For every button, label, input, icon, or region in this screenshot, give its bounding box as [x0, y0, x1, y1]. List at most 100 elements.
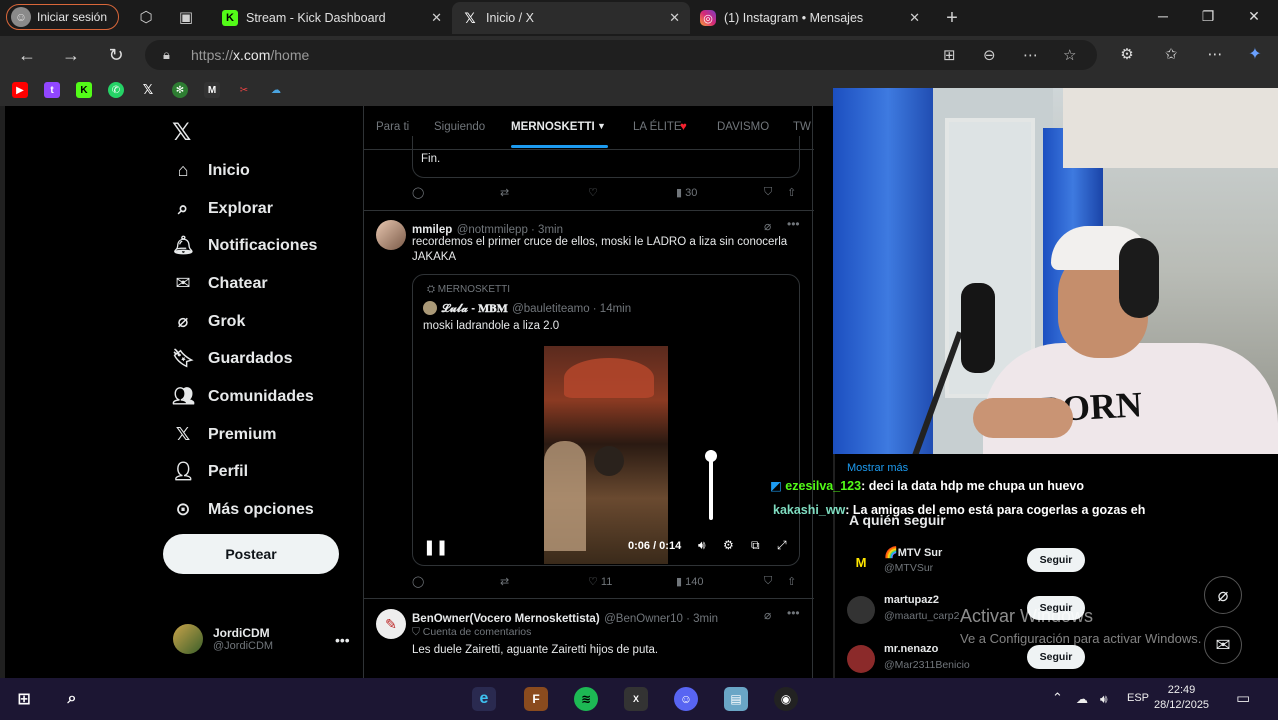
volume-icon[interactable]: 🔊︎: [698, 538, 706, 553]
notifications-icon[interactable]: ▭: [1236, 689, 1250, 707]
zoom-icon[interactable]: ⊖: [983, 46, 996, 64]
tab-instagram[interactable]: ◎ (1) Instagram • Mensajes ✕: [690, 2, 930, 34]
discord-icon[interactable]: ☺: [674, 687, 698, 711]
suggestion-handle[interactable]: @maartu_carp2: [884, 610, 959, 622]
favorite-star-icon[interactable]: ☆: [1063, 46, 1076, 64]
notepad-icon[interactable]: ▤: [724, 687, 748, 711]
extensions-icon[interactable]: ⚙: [1116, 44, 1138, 66]
like-icon[interactable]: ♡: [588, 186, 598, 199]
gear-icon[interactable]: ⚙: [723, 538, 734, 552]
x-logo-icon[interactable]: 𝕏: [140, 82, 156, 98]
suggestion-name[interactable]: mr.nenazo: [884, 643, 938, 655]
fl-studio-icon[interactable]: F: [524, 687, 548, 711]
fullscreen-icon[interactable]: ⤢: [777, 538, 787, 553]
pip-icon[interactable]: ⧉: [751, 538, 760, 553]
close-tab-icon[interactable]: ✕: [669, 10, 680, 26]
bookmark-icon[interactable]: ⛉: [764, 186, 772, 199]
tab-for-you[interactable]: Para ti: [376, 121, 409, 133]
views-count[interactable]: ▮ 140: [676, 575, 703, 588]
pause-icon[interactable]: ❚❚: [423, 538, 448, 556]
suggestion-name[interactable]: martupaz2: [884, 594, 939, 606]
quoted-author-handle[interactable]: @bauletiteamo · 14min: [512, 303, 631, 315]
community-context[interactable]: ⛭ MERNOSKETTI: [427, 284, 510, 295]
nav-home[interactable]: ⌂ Inicio: [172, 160, 250, 181]
grok-icon[interactable]: ⌀: [764, 608, 771, 622]
xbox-icon[interactable]: ✻: [172, 82, 188, 98]
tab-la-elite[interactable]: LA ÉLITE: [633, 121, 682, 133]
close-tab-icon[interactable]: ✕: [431, 10, 442, 26]
tab-mernosketti[interactable]: MERNOSKETTI: [511, 121, 595, 133]
twitch-icon[interactable]: t: [44, 82, 60, 98]
nav-chat[interactable]: ✉ Chatear: [172, 273, 267, 294]
favorites-icon[interactable]: ✩: [1160, 44, 1182, 66]
show-more-link[interactable]: Mostrar más: [847, 462, 908, 474]
nav-profile[interactable]: 👤︎ Perfil: [172, 461, 248, 482]
bookmark-icon[interactable]: ⛉: [764, 575, 772, 588]
suggestion-handle[interactable]: @MTVSur: [884, 562, 933, 574]
messages-float-button[interactable]: ✉: [1204, 626, 1242, 664]
nav-communities[interactable]: 👥︎ Comunidades: [172, 386, 314, 407]
share-icon[interactable]: ⇧: [787, 575, 796, 588]
back-icon[interactable]: ←: [16, 44, 38, 66]
more-dots-icon[interactable]: •••: [787, 606, 800, 620]
quoted-post[interactable]: Fin.: [412, 136, 800, 178]
grok-icon[interactable]: ⌀: [764, 219, 771, 233]
x-logo[interactable]: 𝕏: [172, 118, 191, 147]
nav-premium[interactable]: 𝕏 Premium: [172, 424, 277, 445]
follow-button[interactable]: Seguir: [1027, 548, 1085, 572]
tab-davismo[interactable]: DAVISMO: [717, 121, 769, 133]
restore-icon[interactable]: ❐: [1198, 8, 1218, 25]
volume-icon[interactable]: 🔊︎: [1100, 692, 1108, 707]
share-icon[interactable]: ⇧: [787, 186, 796, 199]
repost-icon[interactable]: ⇄: [500, 575, 509, 588]
author-name[interactable]: BenOwner(Vocero Mernoskettista): [412, 613, 600, 625]
search-icon[interactable]: ⌕: [60, 687, 84, 711]
copilot-icon[interactable]: ✦: [1244, 44, 1266, 66]
close-tab-icon[interactable]: ✕: [909, 10, 920, 26]
new-tab-button[interactable]: +: [942, 8, 962, 28]
follow-suggestion[interactable]: mr.nenazo @Mar2311Benicio Seguir: [847, 641, 1097, 681]
sign-in-button[interactable]: ☺ Iniciar sesión: [6, 4, 119, 30]
tab-actions-icon[interactable]: ▣: [176, 8, 196, 28]
reply-icon[interactable]: ◯: [412, 186, 424, 199]
settings-more-icon[interactable]: ⋯: [1204, 44, 1226, 66]
suggestion-name[interactable]: 🌈MTV Sur: [884, 546, 942, 559]
obs-icon[interactable]: ◉: [774, 687, 798, 711]
chevron-up-icon[interactable]: ⌃: [1052, 690, 1063, 706]
video-player[interactable]: ❚❚ 0:06 / 0:14 🔊︎ ⚙ ⧉ ⤢: [413, 346, 799, 564]
edge-icon[interactable]: e: [472, 687, 496, 711]
like-count[interactable]: ♡ 11: [588, 575, 612, 588]
author-handle[interactable]: @BenOwner10 · 3min: [604, 613, 718, 625]
nav-more[interactable]: ⊙ Más opciones: [172, 499, 313, 520]
clock[interactable]: 22:49 28/12/2025: [1154, 683, 1209, 713]
post-benowner[interactable]: ✎ BenOwner(Vocero Mernoskettista) @BenOw…: [364, 599, 814, 678]
tab-kick[interactable]: K Stream - Kick Dashboard ✕: [212, 2, 452, 34]
volume-knob[interactable]: [705, 450, 717, 462]
nav-grok[interactable]: ⌀ Grok: [172, 311, 246, 332]
app-available-icon[interactable]: ⊞: [943, 46, 956, 64]
refresh-icon[interactable]: ↻: [105, 44, 127, 66]
xsplit-icon[interactable]: X: [624, 687, 648, 711]
follow-button[interactable]: Seguir: [1027, 645, 1085, 669]
more-dots-icon[interactable]: •••: [787, 217, 800, 231]
quoted-author-name[interactable]: 𝓛𝓾𝓵𝓪 - 𝐌𝐁𝐌: [441, 303, 507, 315]
nav-explore[interactable]: ⌕ Explorar: [172, 198, 273, 219]
app-bookmark-icon[interactable]: ✂: [236, 82, 252, 98]
workspaces-icon[interactable]: ⬡: [136, 8, 156, 28]
m-site-icon[interactable]: M: [204, 82, 220, 98]
language-indicator[interactable]: ESP: [1127, 692, 1149, 704]
account-switcher[interactable]: JordiCDM @JordiCDM: [173, 624, 273, 654]
follow-suggestion[interactable]: M 🌈MTV Sur @MTVSur Seguir: [847, 544, 1097, 584]
nav-bookmarks[interactable]: 🔖︎ Guardados: [172, 348, 292, 369]
url-field[interactable]: 🔒︎ https://x.com/home ⊞ ⊖ ⋯ ☆: [145, 40, 1097, 70]
minimize-icon[interactable]: ─: [1153, 8, 1173, 24]
tab-x-home[interactable]: 𝕏 Inicio / X ✕: [452, 2, 690, 34]
nav-notifications[interactable]: 🔔︎ Notificaciones: [172, 235, 317, 256]
network-icon[interactable]: ☁: [1076, 692, 1088, 706]
repost-icon[interactable]: ⇄: [500, 186, 509, 199]
tab-following[interactable]: Siguiendo: [434, 121, 485, 133]
suggestion-handle[interactable]: @Mar2311Benicio: [884, 659, 970, 671]
chevron-down-icon[interactable]: ▼: [597, 121, 606, 131]
cloud-bookmark-icon[interactable]: ☁: [268, 82, 284, 98]
close-window-icon[interactable]: ✕: [1244, 8, 1264, 25]
